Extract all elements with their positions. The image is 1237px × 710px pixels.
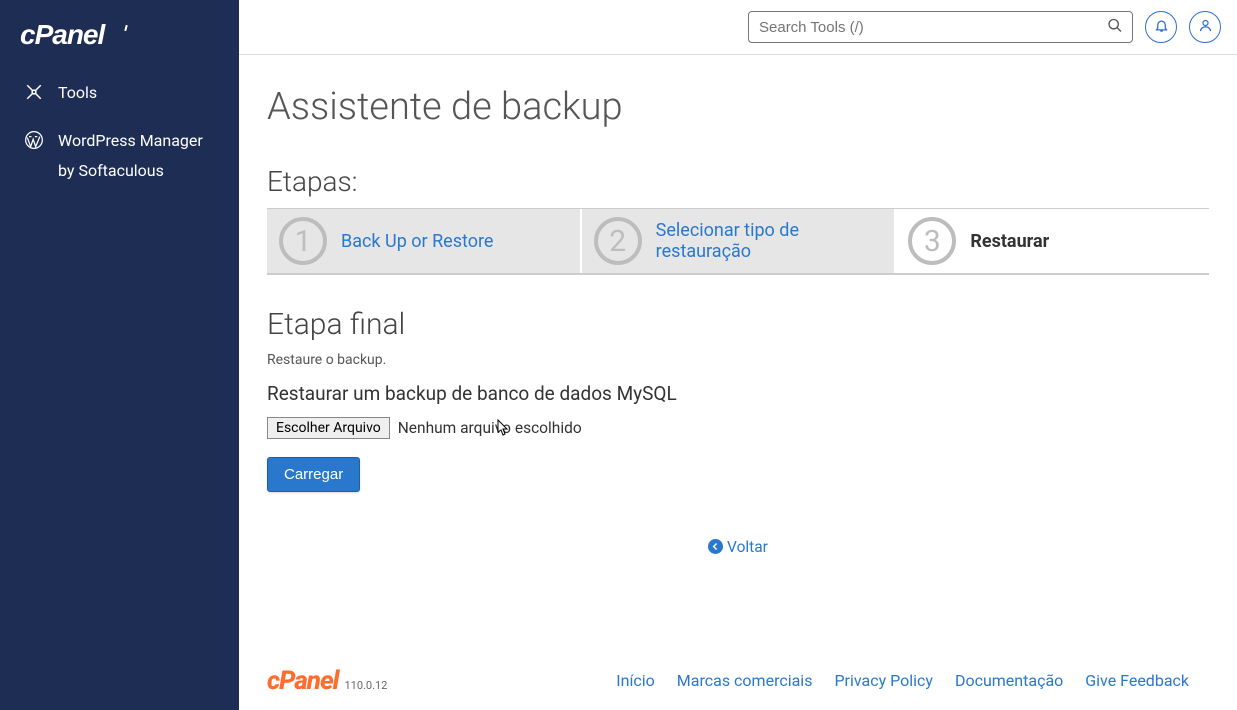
step-3: 3 Restaurar <box>896 209 1209 273</box>
file-status-text: Nenhum arquivo escolhido <box>398 419 582 437</box>
tools-icon <box>24 82 44 102</box>
file-input-row: Escolher Arquivo Nenhum arquivo escolhid… <box>267 417 1209 439</box>
step-label: Back Up or Restore <box>341 231 493 252</box>
final-step-heading: Etapa final <box>267 307 1209 342</box>
search-wrap <box>748 11 1133 43</box>
content: Assistente de backup Etapas: 1 Back Up o… <box>239 55 1237 710</box>
notifications-button[interactable] <box>1145 11 1177 43</box>
footer-link-trademarks[interactable]: Marcas comerciais <box>677 671 813 690</box>
back-arrow-icon <box>708 539 723 554</box>
final-step-hint: Restaure o backup. <box>267 352 1209 368</box>
sidebar-item-tools[interactable]: Tools <box>0 70 239 114</box>
sidebar-item-label: WordPress Manager by Softaculous <box>58 126 215 187</box>
search-input[interactable] <box>748 11 1133 43</box>
footer-link-docs[interactable]: Documentação <box>955 671 1063 690</box>
upload-button[interactable]: Carregar <box>267 457 360 492</box>
sidebar-item-label: Tools <box>58 83 97 102</box>
wordpress-icon <box>24 130 44 150</box>
sidebar-item-wordpress[interactable]: WordPress Manager by Softaculous <box>0 114 239 199</box>
version-text: 110.0.12 <box>344 679 387 692</box>
cpanel-logo[interactable]: cPanel <box>0 12 239 70</box>
choose-file-button[interactable]: Escolher Arquivo <box>267 417 390 439</box>
step-1[interactable]: 1 Back Up or Restore <box>267 209 582 273</box>
restore-subtitle: Restaurar um backup de banco de dados My… <box>267 382 1209 405</box>
back-link-label: Voltar <box>727 538 768 556</box>
bell-icon <box>1154 18 1169 36</box>
svg-text:cPanel: cPanel <box>20 20 106 50</box>
footer-cpanel-logo[interactable]: cPanel <box>267 666 338 696</box>
step-bar: 1 Back Up or Restore 2 Selecionar tipo d… <box>267 208 1209 275</box>
back-link[interactable]: Voltar <box>708 538 768 556</box>
step-label: Restaurar <box>970 231 1049 252</box>
topbar <box>239 0 1237 55</box>
search-icon <box>1107 22 1123 37</box>
step-number: 1 <box>279 217 327 265</box>
search-button[interactable] <box>1103 14 1127 41</box>
footer-link-home[interactable]: Início <box>616 671 655 690</box>
step-label: Selecionar tipo de restauração <box>656 220 883 262</box>
page-title: Assistente de backup <box>267 85 1209 129</box>
step-2[interactable]: 2 Selecionar tipo de restauração <box>582 209 897 273</box>
user-menu-button[interactable] <box>1189 11 1221 43</box>
footer: cPanel 110.0.12 Início Marcas comerciais… <box>267 656 1209 706</box>
user-icon <box>1198 18 1213 36</box>
main-area: Assistente de backup Etapas: 1 Back Up o… <box>239 0 1237 710</box>
step-number: 2 <box>594 217 642 265</box>
footer-links: Início Marcas comerciais Privacy Policy … <box>616 671 1189 690</box>
sidebar: cPanel Tools WordPress Manager by Softac… <box>0 0 239 710</box>
step-number: 3 <box>908 217 956 265</box>
steps-heading: Etapas: <box>267 165 1209 198</box>
footer-link-feedback[interactable]: Give Feedback <box>1085 671 1189 690</box>
footer-link-privacy[interactable]: Privacy Policy <box>834 671 933 690</box>
